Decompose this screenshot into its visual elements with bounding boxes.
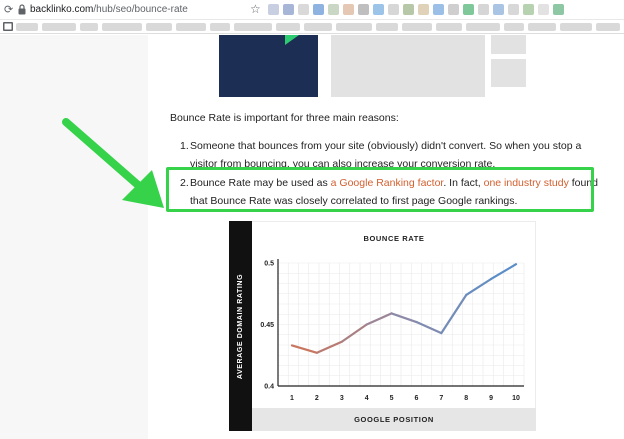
bookmark-item[interactable] xyxy=(596,23,620,31)
chart-x-tick-label: 9 xyxy=(489,395,493,402)
bookmark-item[interactable] xyxy=(176,23,206,31)
bookmark-item[interactable] xyxy=(466,23,500,31)
chart-line-segment xyxy=(390,312,418,324)
bookmark-item[interactable] xyxy=(336,23,372,31)
chart-line-segment xyxy=(340,323,368,343)
chart-x-tick-label: 10 xyxy=(512,395,520,402)
chart-y-tick-label: 0.4 xyxy=(264,384,274,391)
extension-icon[interactable] xyxy=(313,4,324,15)
chart-line-segment xyxy=(465,277,493,297)
green-arrow-icon xyxy=(62,118,164,208)
url-text[interactable]: backlinko.com/hub/seo/bounce-rate xyxy=(30,4,188,15)
bookmark-item[interactable] xyxy=(304,23,332,31)
extension-icon[interactable] xyxy=(463,4,474,15)
hero-image-placeholder-small xyxy=(491,59,526,87)
chart-y-axis-label: AVERAGE DOMAIN RATING xyxy=(237,273,245,379)
bookmark-item[interactable] xyxy=(376,23,398,31)
list-item-1-line-1: Someone that bounces from your site (obv… xyxy=(190,140,582,152)
chart-y-tick-label: 0.45 xyxy=(260,322,274,329)
chart-x-tick-label: 1 xyxy=(290,395,294,402)
extension-icon[interactable] xyxy=(448,4,459,15)
chart-y-tick-label: 0.5 xyxy=(264,261,274,268)
extension-icon[interactable] xyxy=(403,4,414,15)
chart-y-axis-title: AVERAGE DOMAIN RATING xyxy=(229,221,252,431)
extension-icon[interactable] xyxy=(373,4,384,15)
extension-icons[interactable] xyxy=(268,4,564,16)
bookmarks-bar xyxy=(0,20,624,34)
extension-icon[interactable] xyxy=(388,4,399,15)
url-path: /hub/seo/bounce-rate xyxy=(93,4,188,15)
chart-x-tick-label: 2 xyxy=(315,395,319,402)
bookmark-item[interactable] xyxy=(102,23,142,31)
left-gutter xyxy=(0,35,148,439)
extension-icon[interactable] xyxy=(538,4,549,15)
url-domain: backlinko.com xyxy=(30,4,94,15)
chart-x-tick-label: 4 xyxy=(365,395,369,402)
address-bar: ⟳ backlinko.com/hub/seo/bounce-rate ☆ xyxy=(0,0,624,20)
bookmark-item[interactable] xyxy=(146,23,172,31)
bookmark-item[interactable] xyxy=(436,23,462,31)
extension-icon[interactable] xyxy=(553,4,564,15)
bookmark-item[interactable] xyxy=(528,23,556,31)
lead-paragraph: Bounce Rate is important for three main … xyxy=(170,112,399,124)
chart-x-tick-label: 8 xyxy=(464,395,468,402)
hero-image-placeholder xyxy=(331,35,485,97)
extension-icon[interactable] xyxy=(328,4,339,15)
bookmark-item[interactable] xyxy=(504,23,524,31)
bounce-rate-chart: BOUNCE RATE 0.4 0.45 0.5 1 2 3 4 5 6 7 8 9 10 xyxy=(260,234,525,402)
bookmark-item[interactable] xyxy=(276,23,300,31)
extension-icon[interactable] xyxy=(523,4,534,15)
star-icon[interactable]: ☆ xyxy=(250,2,261,16)
extension-icon[interactable] xyxy=(508,4,519,15)
highlight-box xyxy=(166,167,594,212)
chart-title: BOUNCE RATE xyxy=(363,234,424,243)
hero-image-dark xyxy=(219,35,318,97)
extension-icon[interactable] xyxy=(343,4,354,15)
bookmark-item[interactable] xyxy=(402,23,432,31)
lock-icon[interactable] xyxy=(18,4,26,15)
list-item-number: 1. xyxy=(180,140,189,152)
bookmark-items[interactable] xyxy=(16,23,624,31)
refresh-icon[interactable]: ⟳ xyxy=(4,3,13,17)
bookmark-item[interactable] xyxy=(42,23,76,31)
chart-x-axis-label: GOOGLE POSITION xyxy=(354,415,434,424)
extension-icon[interactable] xyxy=(298,4,309,15)
extension-icon[interactable] xyxy=(433,4,444,15)
bookmark-item[interactable] xyxy=(560,23,592,31)
apps-grid-icon[interactable] xyxy=(3,22,13,31)
extension-icon[interactable] xyxy=(358,4,369,15)
chart-line-segment xyxy=(415,320,443,335)
chart-line-segment xyxy=(290,344,318,354)
bookmark-item[interactable] xyxy=(16,23,38,31)
bookmark-item[interactable] xyxy=(210,23,230,31)
bookmark-item[interactable] xyxy=(80,23,98,31)
chart-x-tick-label: 5 xyxy=(390,395,394,402)
hero-image-placeholder-small xyxy=(491,35,526,54)
extension-icon[interactable] xyxy=(478,4,489,15)
bookmark-item[interactable] xyxy=(234,23,272,31)
chart-x-tick-label: 3 xyxy=(340,395,344,402)
extension-icon[interactable] xyxy=(493,4,504,15)
extension-icon[interactable] xyxy=(283,4,294,15)
extension-icon[interactable] xyxy=(418,4,429,15)
chart-x-tick-label: 6 xyxy=(414,395,418,402)
extension-icon[interactable] xyxy=(268,4,279,15)
chart-x-tick-label: 7 xyxy=(439,395,443,402)
